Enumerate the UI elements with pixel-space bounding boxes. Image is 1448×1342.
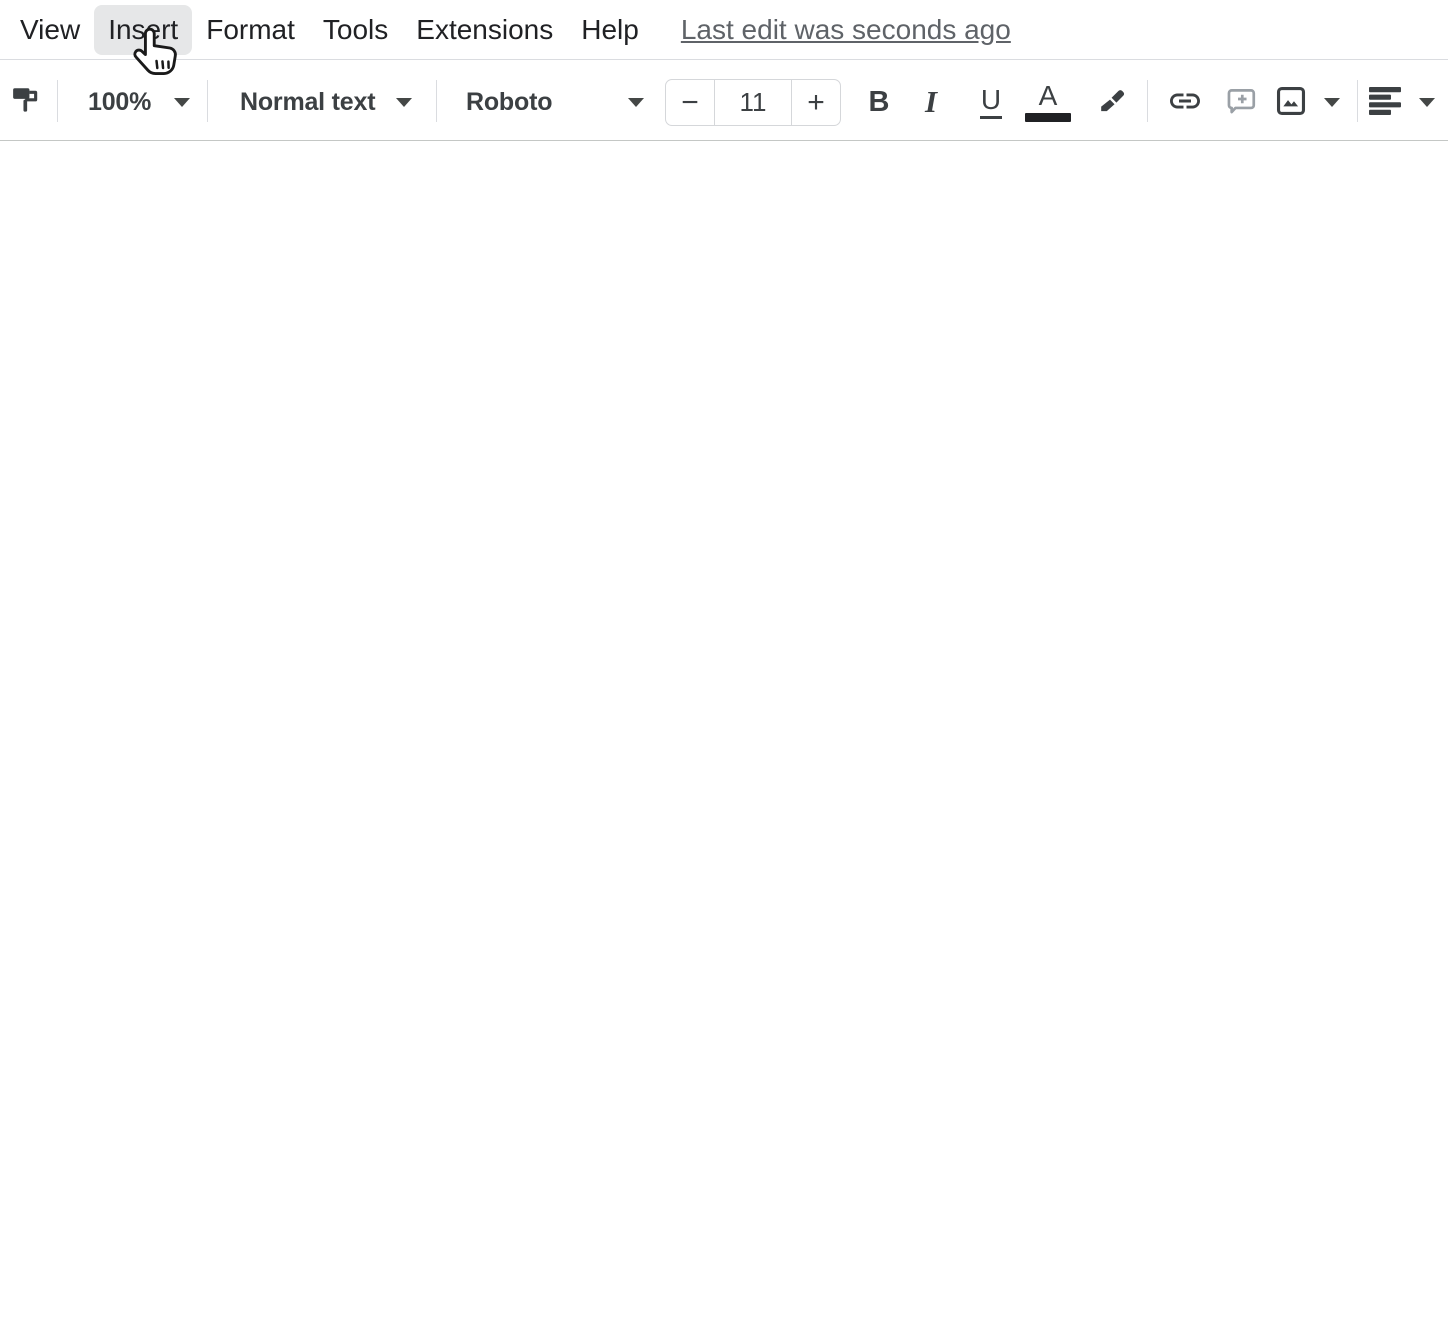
underline-icon: U (979, 85, 1003, 119)
paint-format-button[interactable] (4, 78, 52, 126)
chevron-down-icon (174, 97, 190, 107)
chevron-down-icon (396, 97, 412, 107)
zoom-value: 100% (88, 87, 152, 116)
menu-bar: View Insert Format Tools Extensions Help… (0, 0, 1448, 60)
font-select[interactable]: Roboto (452, 78, 658, 126)
last-edit-status[interactable]: Last edit was seconds ago (681, 14, 1011, 46)
paint-format-icon (11, 84, 45, 121)
italic-icon: I (924, 84, 938, 119)
menu-view[interactable]: View (6, 5, 94, 55)
styles-select[interactable]: Normal text (226, 78, 426, 126)
link-icon (1167, 83, 1203, 122)
document-canvas[interactable] (0, 142, 1448, 1342)
add-comment-icon (1225, 84, 1259, 121)
insert-image-button[interactable] (1274, 78, 1340, 126)
toolbar-divider (57, 80, 58, 122)
align-button[interactable] (1369, 78, 1435, 126)
font-size-stepper: − 11 + (665, 79, 841, 126)
bold-icon: B (868, 85, 890, 118)
italic-button[interactable]: I (909, 78, 957, 126)
insert-link-button[interactable] (1161, 78, 1209, 126)
menu-tools[interactable]: Tools (309, 5, 402, 55)
font-value: Roboto (466, 87, 553, 116)
toolbar-divider (207, 80, 208, 122)
text-color-icon: A (1025, 82, 1071, 122)
chevron-down-icon (1419, 97, 1435, 107)
bold-button[interactable]: B (855, 78, 903, 126)
toolbar: 100% Normal text Roboto − 11 + B I U A (0, 61, 1448, 141)
toolbar-divider (1357, 80, 1358, 122)
font-size-value[interactable]: 11 (714, 80, 792, 125)
text-color-swatch (1025, 113, 1071, 122)
align-left-icon (1369, 85, 1402, 120)
menu-format[interactable]: Format (192, 5, 309, 55)
increase-font-size-button[interactable]: + (792, 80, 840, 125)
menu-insert[interactable]: Insert (94, 4, 193, 55)
add-comment-button[interactable] (1218, 78, 1266, 126)
zoom-select[interactable]: 100% (74, 78, 204, 126)
decrease-font-size-button[interactable]: − (666, 80, 714, 125)
highlight-color-button[interactable] (1086, 78, 1134, 126)
styles-value: Normal text (240, 87, 376, 116)
chevron-down-icon (628, 97, 644, 107)
underline-button[interactable]: U (967, 78, 1015, 126)
menu-help[interactable]: Help (567, 5, 653, 55)
toolbar-divider (436, 80, 437, 122)
chevron-down-icon (1324, 97, 1340, 107)
toolbar-divider (1147, 80, 1148, 122)
insert-image-icon (1274, 84, 1308, 121)
text-color-button[interactable]: A (1022, 78, 1074, 126)
highlighter-icon (1094, 85, 1126, 120)
menu-extensions[interactable]: Extensions (402, 5, 567, 55)
